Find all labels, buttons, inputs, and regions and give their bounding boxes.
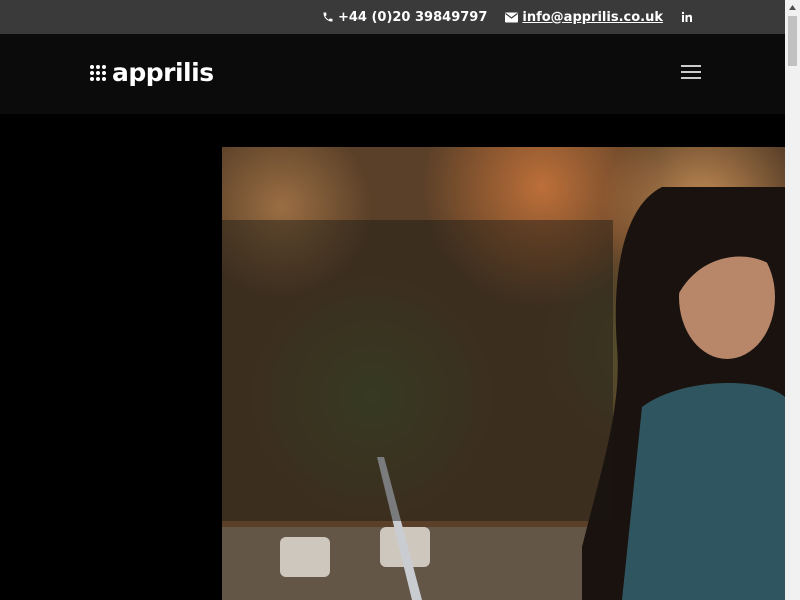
email-address: info@apprilis.co.uk [522,9,663,25]
phone-number: +44 (0)20 39849797 [337,9,488,25]
hero-overlay-box [222,220,613,521]
logo-text: apprilis [112,58,214,87]
top-contact-bar: +44 (0)20 39849797 info@apprilis.co.uk [0,0,785,34]
scrollbar-thumb[interactable] [788,16,797,66]
logo-dots-icon [90,64,106,81]
scrollbar[interactable] [785,0,800,600]
site-header: apprilis [0,34,785,114]
logo[interactable]: apprilis [90,58,214,87]
hero-section [0,114,785,600]
email-link[interactable]: info@apprilis.co.uk [505,10,663,25]
linkedin-link[interactable] [681,11,693,23]
envelope-icon [505,12,519,22]
hamburger-menu-icon[interactable] [681,65,701,81]
linkedin-icon [681,11,692,22]
scroll-up-arrow-icon[interactable] [785,0,800,15]
phone-link[interactable]: +44 (0)20 39849797 [322,10,487,25]
phone-icon [323,12,333,22]
